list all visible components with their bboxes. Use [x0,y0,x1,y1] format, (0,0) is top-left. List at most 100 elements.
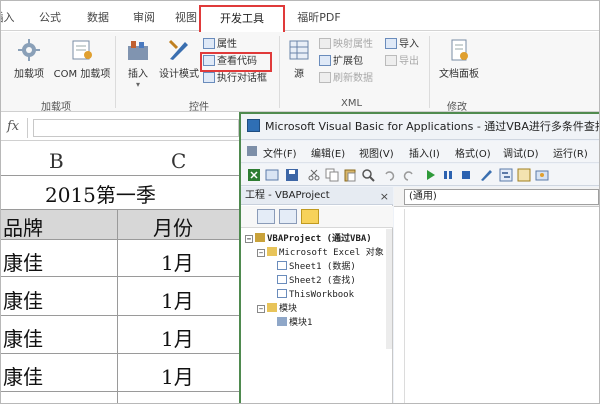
vba-title-bar[interactable]: Microsoft Visual Basic for Applications … [241,114,599,140]
tree-node-excel-objects[interactable]: − Microsoft Excel 对象 [257,247,384,260]
formula-input[interactable] [33,119,239,137]
brand-cell[interactable]: 康佳 [3,247,43,276]
project-pane-title: 工程 - VBAProject [245,190,330,201]
tab-insert[interactable]: 插入 [1,8,19,28]
month-cell[interactable]: 1月 [161,361,194,390]
header-brand-cell[interactable]: 品牌 [3,212,43,241]
column-header-b[interactable]: B [49,149,64,173]
document-panel-button[interactable]: 文档面板 [435,38,483,80]
cut-icon[interactable] [307,168,321,182]
collapse-icon[interactable]: − [257,305,265,313]
header-month-cell[interactable]: 月份 [153,212,193,241]
paste-icon[interactable] [343,168,357,182]
tree-node-sheet1[interactable]: Sheet1 (数据) [277,261,356,274]
month-cell[interactable]: 1月 [161,323,194,352]
map-properties-icon [319,38,331,49]
undo-icon[interactable] [383,168,397,182]
import-icon [385,38,397,49]
refresh-icon [319,72,331,83]
project-explorer-icon[interactable] [499,168,513,182]
menu-debug[interactable]: 调试(D) [503,145,539,160]
tab-data[interactable]: 数据 [83,8,113,28]
fx-icon[interactable]: fx [7,119,19,134]
object-dropdown[interactable]: (通用) [404,189,599,205]
tree-node-sheet2[interactable]: Sheet2 (查找) [277,275,356,288]
export-icon [385,55,397,66]
group-label-xml: XML [341,98,363,109]
stop-icon[interactable] [459,168,473,182]
copy-icon[interactable] [325,168,339,182]
project-pane-header: 工程 - VBAProject × [241,187,393,205]
tab-developer[interactable]: 开发工具 [199,5,285,32]
toolbox-icon [128,41,148,60]
refresh-data-button[interactable]: 刷新数据 [319,72,373,86]
group-separator [279,36,280,108]
collapse-icon[interactable]: − [245,235,253,243]
com-addins-icon [72,40,92,60]
properties-window-icon[interactable] [517,168,531,182]
menu-insert[interactable]: 插入(I) [409,145,440,160]
run-icon[interactable] [423,168,437,182]
view-code-icon[interactable] [257,209,275,224]
screenshot-frame: 插入 公式 数据 审阅 视图 开发工具 福昕PDF 加载项 COM 加载项 加载… [0,0,600,404]
menu-edit[interactable]: 编辑(E) [311,145,345,160]
brand-cell[interactable]: 康佳 [3,285,43,314]
redo-icon[interactable] [401,168,415,182]
tree-node-vbaproject[interactable]: − VBAProject (通过VBA) [245,233,372,246]
menu-file[interactable]: 文件(F) [263,145,297,160]
run-dialog-button[interactable]: 执行对话框 [203,72,267,86]
view-object-icon[interactable] [279,209,297,224]
expansion-pack-button[interactable]: 扩展包 [319,55,363,69]
xml-export-button[interactable]: 导出 [385,55,419,69]
menu-view[interactable]: 视图(V) [359,145,394,160]
vba-editor-window: Microsoft Visual Basic for Applications … [239,112,599,403]
column-header-c[interactable]: C [171,149,186,173]
code-window-header: (通用) [394,187,599,207]
excel-icon[interactable] [247,168,261,182]
close-icon[interactable]: × [380,188,389,206]
save-icon[interactable] [285,168,299,182]
project-explorer-pane: 工程 - VBAProject × − VBAProject (通过VBA) − M… [241,187,393,403]
tab-review[interactable]: 审阅 [129,8,159,28]
menu-run[interactable]: 运行(R) [553,145,588,160]
document-panel-icon [451,39,468,61]
folder-icon [267,303,277,312]
design-mode-icon[interactable] [479,168,493,182]
toggle-folders-icon[interactable] [301,209,319,224]
menu-format[interactable]: 格式(O) [455,145,491,160]
insert-control-button[interactable]: 插入 ▾ [121,38,155,89]
group-label-addins: 加载项 [41,102,71,113]
sheet-title-cell[interactable]: 2015第一季 [45,179,156,208]
brand-cell[interactable]: 康佳 [3,361,43,390]
month-cell[interactable]: 1月 [161,285,194,314]
find-icon[interactable] [361,168,375,182]
vba-window-title: Microsoft Visual Basic for Applications … [265,120,599,133]
month-cell[interactable]: 1月 [161,247,194,276]
tree-node-module1[interactable]: 模块1 [277,317,312,330]
xml-source-button[interactable]: 源 [285,38,313,80]
com-addins-button[interactable]: COM 加载项 [51,38,113,80]
tab-view[interactable]: 视图 [171,8,201,28]
run-dialog-icon [203,72,215,83]
tree-scrollbar[interactable] [386,229,392,349]
insert-module-icon[interactable] [265,168,279,182]
design-mode-button[interactable]: 设计模式 [157,38,201,80]
group-label-controls: 控件 [189,102,209,113]
tree-node-modules[interactable]: − 模块 [257,303,297,316]
xml-import-button[interactable]: 导入 [385,38,419,52]
tab-foxit-pdf[interactable]: 福昕PDF [291,8,347,28]
object-browser-icon[interactable] [535,168,549,182]
addins-button[interactable]: 加载项 [11,38,47,80]
code-editor[interactable] [404,209,599,403]
gear-icon [18,39,40,61]
tab-formulas[interactable]: 公式 [35,8,65,28]
pause-icon[interactable] [441,168,455,182]
tree-node-thisworkbook[interactable]: ThisWorkbook [277,289,354,302]
project-pane-toolbar [241,206,393,228]
window-control-icon[interactable] [247,146,257,156]
map-properties-button[interactable]: 映射属性 [319,38,373,52]
brand-cell[interactable]: 康佳 [3,323,43,352]
xml-source-icon [289,40,309,60]
collapse-icon[interactable]: − [257,249,265,257]
properties-button[interactable]: 属性 [203,38,237,52]
